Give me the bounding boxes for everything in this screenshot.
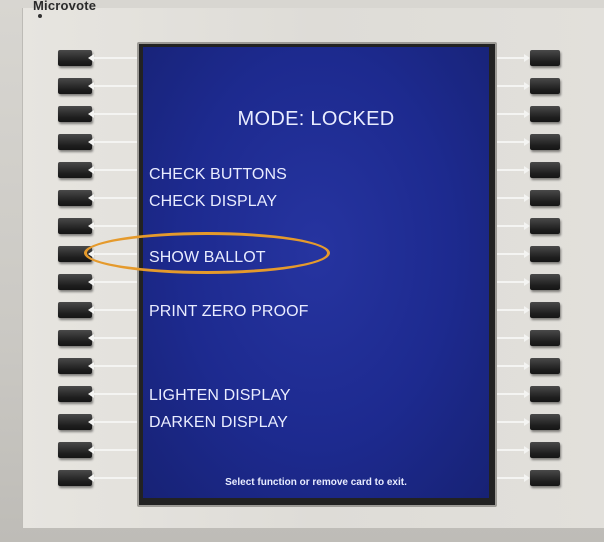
right-key-row-8 bbox=[492, 244, 604, 264]
right-key-4[interactable] bbox=[530, 134, 560, 150]
indicator-dot bbox=[38, 14, 42, 18]
right-key-row-5 bbox=[492, 160, 604, 180]
right-key-3[interactable] bbox=[530, 106, 560, 122]
right-key-row-10 bbox=[492, 300, 604, 320]
left-key-4[interactable] bbox=[58, 134, 92, 150]
right-key-row-1 bbox=[492, 48, 604, 68]
menu-item-check-buttons[interactable]: CHECK BUTTONS bbox=[149, 166, 287, 184]
right-key-13[interactable] bbox=[530, 386, 560, 402]
right-key-row-3 bbox=[492, 104, 604, 124]
menu-item-lighten-display[interactable]: LIGHTEN DISPLAY bbox=[149, 387, 291, 405]
right-key-8[interactable] bbox=[530, 246, 560, 262]
left-key-15[interactable] bbox=[58, 442, 92, 458]
footer-instruction: Select function or remove card to exit. bbox=[225, 477, 407, 488]
right-key-11[interactable] bbox=[530, 330, 560, 346]
left-key-1[interactable] bbox=[58, 50, 92, 66]
left-key-12[interactable] bbox=[58, 358, 92, 374]
right-key-row-11 bbox=[492, 328, 604, 348]
menu-item-print-zero-proof[interactable]: PRINT ZERO PROOF bbox=[149, 303, 309, 321]
right-key-1[interactable] bbox=[530, 50, 560, 66]
left-key-7[interactable] bbox=[58, 218, 92, 234]
right-key-16[interactable] bbox=[530, 470, 560, 486]
menu-item-darken-display[interactable]: DARKEN DISPLAY bbox=[149, 414, 288, 432]
right-key-2[interactable] bbox=[530, 78, 560, 94]
brand-label: Microvote bbox=[33, 0, 97, 13]
right-key-row-2 bbox=[492, 76, 604, 96]
right-key-14[interactable] bbox=[530, 414, 560, 430]
right-key-5[interactable] bbox=[530, 162, 560, 178]
right-key-10[interactable] bbox=[530, 302, 560, 318]
left-key-5[interactable] bbox=[58, 162, 92, 178]
left-key-6[interactable] bbox=[58, 190, 92, 206]
left-key-16[interactable] bbox=[58, 470, 92, 486]
right-key-row-16 bbox=[492, 468, 604, 488]
right-key-row-9 bbox=[492, 272, 604, 292]
left-key-9[interactable] bbox=[58, 274, 92, 290]
right-key-row-12 bbox=[492, 356, 604, 376]
right-key-9[interactable] bbox=[530, 274, 560, 290]
highlight-ellipse bbox=[84, 232, 330, 274]
left-key-3[interactable] bbox=[58, 106, 92, 122]
left-key-13[interactable] bbox=[58, 386, 92, 402]
left-key-2[interactable] bbox=[58, 78, 92, 94]
right-key-row-4 bbox=[492, 132, 604, 152]
menu-item-check-display[interactable]: CHECK DISPLAY bbox=[149, 193, 277, 211]
mode-title: MODE: LOCKED bbox=[237, 108, 395, 130]
right-key-15[interactable] bbox=[530, 442, 560, 458]
right-key-7[interactable] bbox=[530, 218, 560, 234]
right-key-row-14 bbox=[492, 412, 604, 432]
right-key-row-13 bbox=[492, 384, 604, 404]
right-key-12[interactable] bbox=[530, 358, 560, 374]
left-key-14[interactable] bbox=[58, 414, 92, 430]
right-key-row-6 bbox=[492, 188, 604, 208]
left-key-10[interactable] bbox=[58, 302, 92, 318]
right-key-6[interactable] bbox=[530, 190, 560, 206]
right-key-row-7 bbox=[492, 216, 604, 236]
right-key-row-15 bbox=[492, 440, 604, 460]
left-key-11[interactable] bbox=[58, 330, 92, 346]
